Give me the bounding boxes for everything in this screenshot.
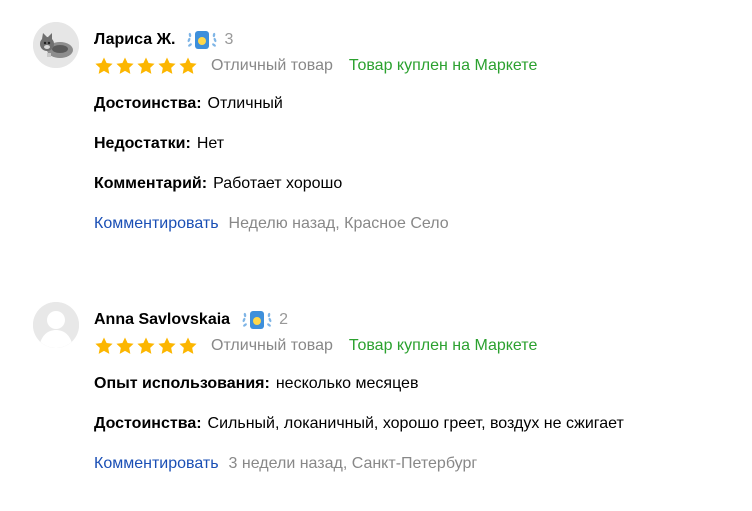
field-value: Нет [196, 135, 225, 152]
review-meta: Неделю назад, Красное Село [228, 215, 449, 232]
field-value: несколько месяцев [275, 375, 419, 392]
field-label: Достоинства: [94, 95, 202, 112]
star-icon [95, 57, 113, 74]
field-label: Достоинства: [94, 415, 202, 432]
rating-text: Отличный товар [211, 337, 333, 354]
star-icon [179, 337, 197, 354]
star-icon [137, 337, 155, 354]
author-name[interactable]: Anna Savlovskaia [94, 311, 230, 329]
comment-link[interactable]: Комментировать [94, 455, 219, 472]
field-label: Комментарий: [94, 175, 208, 192]
review-card: Лариса Ж. 3 Отличный товар Товар куплен … [0, 22, 752, 247]
badge-count: 3 [224, 31, 234, 48]
star-icon [137, 57, 155, 74]
laurel-badge-icon [242, 311, 272, 329]
rating-row: Отличный товар Товар куплен на Маркете [94, 334, 537, 358]
cat-avatar-icon [33, 22, 79, 68]
user-placeholder-icon [33, 302, 79, 348]
review-footer: Комментировать 3 недели назад, Санкт-Пете… [94, 452, 477, 476]
star-icon [158, 337, 176, 354]
star-icon [116, 57, 134, 74]
field-value: Отличный [207, 95, 283, 112]
avatar[interactable] [33, 302, 79, 348]
comment-link[interactable]: Комментировать [94, 215, 219, 232]
reviewer-badge[interactable]: 2 [240, 309, 288, 331]
reviewer-badge[interactable]: 3 [185, 29, 233, 51]
review-field-cons: Недостатки: Нет [94, 132, 224, 156]
avatar[interactable] [33, 22, 79, 68]
author-name[interactable]: Лариса Ж. [94, 31, 175, 49]
field-value: Работает хорошо [213, 175, 343, 192]
review-field-pros: Достоинства: Сильный, локаничный, хорошо … [94, 412, 624, 436]
review-meta: 3 недели назад, Санкт-Петербург [228, 455, 478, 472]
field-label: Опыт использования: [94, 375, 270, 392]
verified-purchase-label: Товар куплен на Маркете [348, 57, 538, 74]
star-rating [94, 336, 199, 356]
review-field-usage: Опыт использования: несколько месяцев [94, 372, 418, 396]
field-value: Сильный, локаничный, хорошо греет, возду… [207, 415, 624, 432]
review-header: Anna Savlovskaia 2 [94, 308, 288, 332]
rating-row: Отличный товар Товар куплен на Маркете [94, 54, 537, 78]
badge-count: 2 [279, 311, 288, 328]
star-icon [158, 57, 176, 74]
review-footer: Комментировать Неделю назад, Красное Село [94, 212, 449, 236]
field-label: Недостатки: [94, 135, 191, 152]
star-icon [95, 337, 113, 354]
rating-text: Отличный товар [211, 57, 333, 74]
reviews-list: Лариса Ж. 3 Отличный товар Товар куплен … [0, 0, 752, 511]
verified-purchase-label: Товар куплен на Маркете [348, 337, 538, 354]
star-rating [94, 56, 199, 76]
review-card: Anna Savlovskaia 2 Отличный товар Товар … [0, 302, 752, 487]
star-icon [179, 57, 197, 74]
laurel-badge-icon [188, 31, 217, 49]
review-header: Лариса Ж. 3 [94, 28, 233, 52]
review-field-pros: Достоинства: Отличный [94, 92, 283, 116]
star-icon [116, 337, 134, 354]
review-field-comment: Комментарий: Работает хорошо [94, 172, 342, 196]
